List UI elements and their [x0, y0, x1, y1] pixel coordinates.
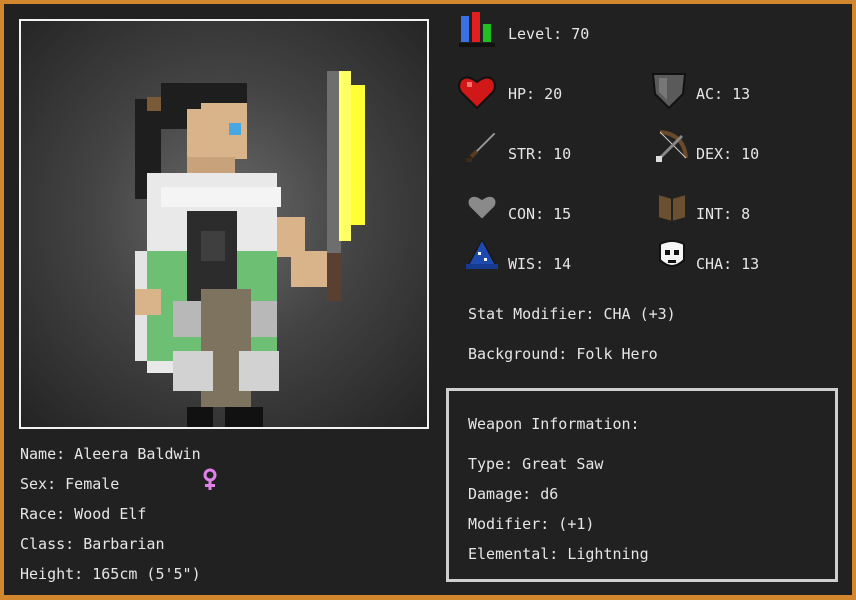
- character-sheet-panel: Level: 70 HP: 20 AC: 13 STR: 10 DEX: 10 …: [4, 4, 852, 595]
- pixel-character-sprite: [135, 71, 365, 427]
- str-text: STR: 10: [508, 145, 572, 163]
- heart-icon: [458, 76, 496, 110]
- character-class: Class: Barbarian: [20, 535, 165, 553]
- bow-icon: [656, 130, 688, 162]
- character-race: Race: Wood Elf: [20, 505, 147, 523]
- wis-text: WIS: 14: [508, 255, 572, 273]
- character-height: Height: 165cm (5'5"): [20, 565, 201, 583]
- hp-text: HP: 20: [508, 85, 563, 103]
- weapon-elemental: Elemental: Lightning: [468, 545, 649, 563]
- level-bars-icon: [459, 12, 495, 47]
- weapon-heading: Weapon Information:: [468, 415, 640, 433]
- dex-text: DEX: 10: [696, 145, 760, 163]
- grey-heart-icon: [466, 194, 498, 222]
- weapon-type: Type: Great Saw: [468, 455, 604, 473]
- shield-icon: [651, 73, 687, 110]
- ac-text: AC: 13: [696, 85, 751, 103]
- character-name: Name: Aleera Baldwin: [20, 445, 201, 463]
- mask-icon: [659, 240, 685, 267]
- int-text: INT: 8: [696, 205, 751, 223]
- sword-icon: [466, 131, 497, 162]
- book-icon: [657, 192, 687, 224]
- background-text: Background: Folk Hero: [468, 345, 658, 363]
- character-sex: Sex: Female: [20, 475, 120, 493]
- con-text: CON: 15: [508, 205, 572, 223]
- weapon-modifier: Modifier: (+1): [468, 515, 595, 533]
- female-symbol-icon: [203, 468, 217, 490]
- cha-text: CHA: 13: [696, 255, 760, 273]
- wizard-hat-icon: [466, 238, 498, 269]
- level-text: Level: 70: [508, 25, 590, 43]
- stat-modifier-text: Stat Modifier: CHA (+3): [468, 305, 676, 323]
- weapon-damage: Damage: d6: [468, 485, 559, 503]
- character-portrait: [19, 19, 429, 429]
